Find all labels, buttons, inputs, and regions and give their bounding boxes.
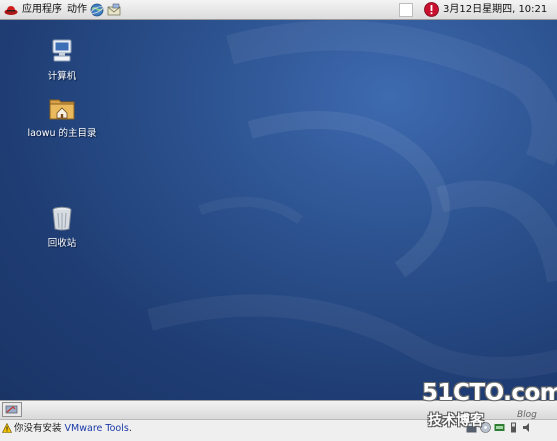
status-text-suffix: . [128, 423, 132, 434]
warning-icon [2, 423, 12, 433]
update-notifier-icon[interactable] [424, 2, 439, 17]
desktop-icon-home-folder[interactable]: laowu 的主目录 [22, 94, 102, 139]
desktop-icon-label: laowu 的主目录 [27, 128, 97, 139]
applications-menu[interactable]: 应用程序 [22, 3, 62, 17]
vm-screen: 应用程序 动作 3月12日星期四, 10:21 计算机 laowu 的主目录 回… [0, 0, 557, 441]
top-panel: 应用程序 动作 3月12日星期四, 10:21 [0, 0, 557, 20]
computer-icon [52, 39, 72, 62]
site-watermark: 51CTO.com 技术博客 Blog [422, 380, 557, 438]
status-text-prefix: 你没有安装 [14, 423, 62, 434]
email-client-icon[interactable] [107, 3, 121, 17]
clock-label[interactable]: 3月12日星期四, 10:21 [443, 3, 547, 17]
watermark-site: 51CTO.com [422, 380, 557, 406]
trash-icon [52, 206, 72, 231]
vmware-tools-link[interactable]: VMware Tools [65, 423, 129, 434]
desktop-area[interactable]: 计算机 laowu 的主目录 回收站 [0, 20, 557, 400]
desktop-icon-computer[interactable]: 计算机 [22, 37, 102, 82]
desktop-icon-label: 回收站 [47, 238, 77, 249]
watermark-subtitle: 技术博客 [428, 413, 484, 429]
watermark-blog: Blog [517, 410, 537, 420]
show-desktop-button[interactable] [2, 402, 22, 417]
vmware-tools-warning[interactable]: 你没有安装 VMware Tools. [14, 423, 132, 435]
actions-menu[interactable]: 动作 [67, 3, 87, 17]
desktop-icon-trash[interactable]: 回收站 [22, 204, 102, 249]
redhat-menu-icon[interactable] [4, 3, 18, 17]
show-desktop-icon [5, 405, 18, 414]
web-browser-icon[interactable] [90, 3, 104, 17]
home-folder-icon [49, 99, 75, 120]
panel-applet-blank[interactable] [399, 3, 413, 17]
desktop-icon-label: 计算机 [47, 71, 77, 82]
